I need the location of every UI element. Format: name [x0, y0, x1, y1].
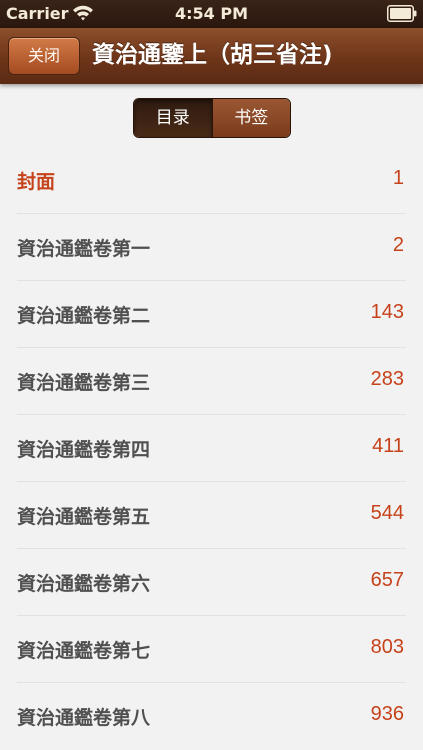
status-bar: Carrier 4:54 PM — [0, 0, 423, 28]
toc-item-title: 資治通鑑卷第一 — [17, 238, 151, 260]
table-of-contents: 封面 1 資治通鑑卷第一 2 資治通鑑卷第二 143 資治通鑑卷第三 283 資… — [0, 147, 423, 749]
toc-item[interactable]: 資治通鑑卷第八 936 — [17, 683, 406, 749]
toc-item-page: 283 — [370, 368, 404, 390]
toc-item-page: 657 — [370, 569, 404, 591]
close-button[interactable]: 关闭 — [8, 37, 80, 75]
toc-item[interactable]: 資治通鑑卷第三 283 — [17, 348, 406, 415]
segmented-control: 目录 书签 — [133, 98, 291, 138]
toc-item-title: 資治通鑑卷第四 — [17, 439, 151, 461]
toc-item-cover[interactable]: 封面 1 — [17, 147, 406, 214]
toc-item-title: 資治通鑑卷第三 — [17, 372, 151, 394]
toc-item-page: 936 — [370, 703, 404, 725]
toc-item-title: 資治通鑑卷第八 — [17, 707, 151, 729]
toc-item-title: 資治通鑑卷第五 — [17, 506, 151, 528]
toc-item[interactable]: 資治通鑑卷第五 544 — [17, 482, 406, 549]
toc-item-title: 封面 — [17, 171, 56, 193]
toc-item-page: 544 — [370, 502, 404, 524]
tab-bookmarks[interactable]: 书签 — [211, 99, 290, 137]
battery-icon — [387, 5, 417, 22]
toc-item[interactable]: 資治通鑑卷第六 657 — [17, 549, 406, 616]
toc-item-title: 資治通鑑卷第二 — [17, 305, 151, 327]
toc-item-title: 資治通鑑卷第六 — [17, 573, 151, 595]
toc-item[interactable]: 資治通鑑卷第七 803 — [17, 616, 406, 683]
status-time: 4:54 PM — [174, 4, 248, 23]
toc-item-page: 2 — [392, 234, 404, 256]
toc-item-title: 資治通鑑卷第七 — [17, 640, 151, 662]
navigation-bar: 关闭 資治通鑒上（胡三省注) — [0, 28, 423, 84]
tab-contents[interactable]: 目录 — [134, 99, 212, 137]
toc-item-page: 411 — [372, 435, 404, 457]
toc-item-page: 143 — [370, 301, 404, 323]
toc-item[interactable]: 資治通鑑卷第一 2 — [17, 214, 406, 281]
toc-item-page: 803 — [370, 636, 404, 658]
page-title: 資治通鑒上（胡三省注) — [92, 42, 333, 68]
toc-item-page: 1 — [392, 167, 404, 189]
toc-item[interactable]: 資治通鑑卷第四 411 — [17, 415, 406, 482]
toc-item[interactable]: 資治通鑑卷第二 143 — [17, 281, 406, 348]
